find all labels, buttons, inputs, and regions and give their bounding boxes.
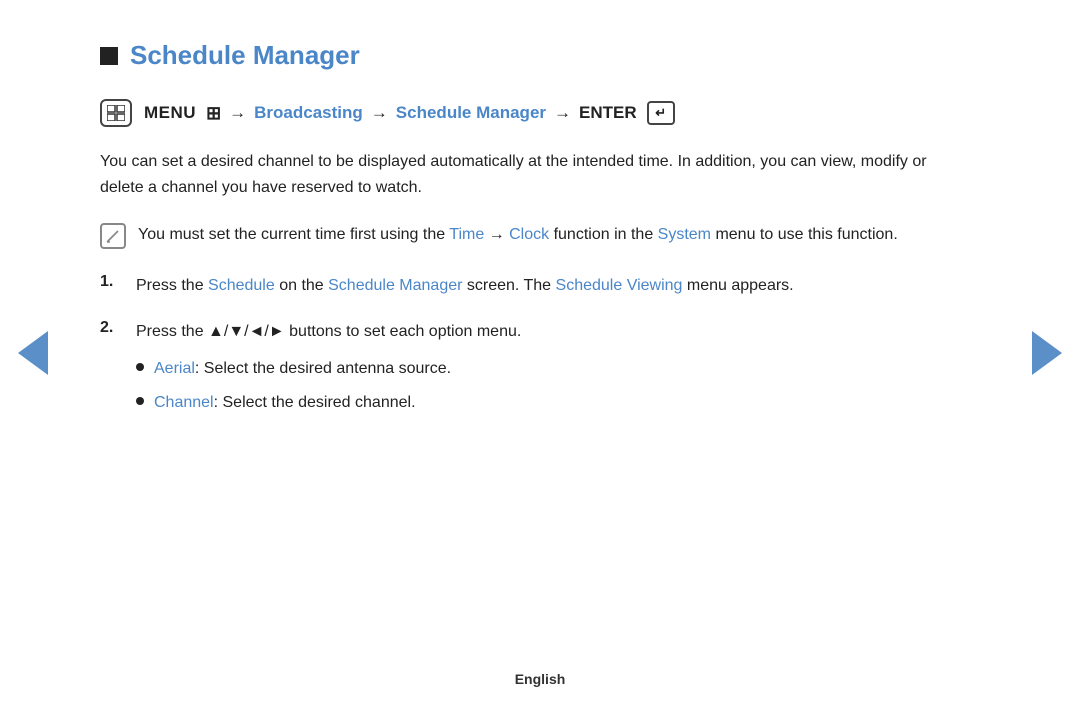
step1-text-after: menu appears.: [682, 277, 793, 294]
menu-icon: [100, 99, 132, 127]
enter-icon: ↵: [647, 101, 675, 125]
sub-item-channel: Channel: Select the desired channel.: [136, 390, 521, 416]
menu-label: MENU: [144, 103, 196, 123]
footer-language: English: [515, 671, 566, 687]
bullet-dot-2: [136, 397, 144, 405]
breadcrumb: MENU ⊞ → Broadcasting → Schedule Manager…: [100, 99, 980, 127]
step1-text-before: Press the: [136, 277, 208, 294]
bullet-dot-1: [136, 363, 144, 371]
step-1-number: 1.: [100, 273, 120, 291]
sub-item-aerial-text: Aerial: Select the desired antenna sourc…: [154, 356, 451, 382]
sub-item-aerial: Aerial: Select the desired antenna sourc…: [136, 356, 521, 382]
step-2-text: Press the ▲/▼/◄/► buttons to set each op…: [136, 319, 521, 424]
enter-label: ENTER: [579, 103, 637, 123]
note-row: You must set the current time first usin…: [100, 222, 960, 249]
sub-list: Aerial: Select the desired antenna sourc…: [136, 356, 521, 417]
page-title: Schedule Manager: [130, 40, 360, 71]
step-2-number: 2.: [100, 319, 120, 337]
channel-link: Channel: [154, 394, 214, 411]
channel-desc: : Select the desired channel.: [214, 394, 416, 411]
step1-text-mid2: screen. The: [462, 277, 555, 294]
note-clock-link: Clock: [509, 226, 549, 243]
note-icon: [100, 223, 126, 249]
aerial-desc: : Select the desired antenna source.: [195, 360, 451, 377]
nav-arrow-left[interactable]: [18, 331, 48, 375]
step1-schedule-manager-link: Schedule Manager: [328, 277, 462, 294]
title-row: Schedule Manager: [100, 40, 980, 71]
main-content: Schedule Manager MENU ⊞ → Broadcasting →…: [0, 0, 1080, 484]
step1-schedule-viewing-link: Schedule Viewing: [556, 277, 683, 294]
arrow-1: →: [229, 103, 246, 123]
step-2: 2. Press the ▲/▼/◄/► buttons to set each…: [100, 319, 980, 424]
menu-grid-icon: ⊞: [206, 103, 221, 124]
breadcrumb-schedule-manager: Schedule Manager: [396, 103, 546, 123]
steps-list: 1. Press the Schedule on the Schedule Ma…: [100, 273, 980, 425]
note-system-link: System: [658, 226, 711, 243]
arrow-2: →: [371, 103, 388, 123]
step-1: 1. Press the Schedule on the Schedule Ma…: [100, 273, 980, 299]
note-arrow: →: [484, 226, 509, 243]
note-text-mid: function in the: [549, 226, 658, 243]
note-time-link: Time: [449, 226, 484, 243]
note-text: You must set the current time first usin…: [138, 222, 898, 248]
step-1-text: Press the Schedule on the Schedule Manag…: [136, 273, 794, 299]
step1-schedule-link: Schedule: [208, 277, 275, 294]
breadcrumb-broadcasting: Broadcasting: [254, 103, 363, 123]
aerial-link: Aerial: [154, 360, 195, 377]
sub-item-channel-text: Channel: Select the desired channel.: [154, 390, 416, 416]
step2-main-text: Press the ▲/▼/◄/► buttons to set each op…: [136, 323, 521, 340]
step1-text-mid: on the: [275, 277, 328, 294]
nav-arrow-right[interactable]: [1032, 331, 1062, 375]
title-square-icon: [100, 47, 118, 65]
note-text-before: You must set the current time first usin…: [138, 226, 449, 243]
note-text-after: menu to use this function.: [711, 226, 898, 243]
arrow-3: →: [554, 103, 571, 123]
description-text: You can set a desired channel to be disp…: [100, 149, 960, 202]
